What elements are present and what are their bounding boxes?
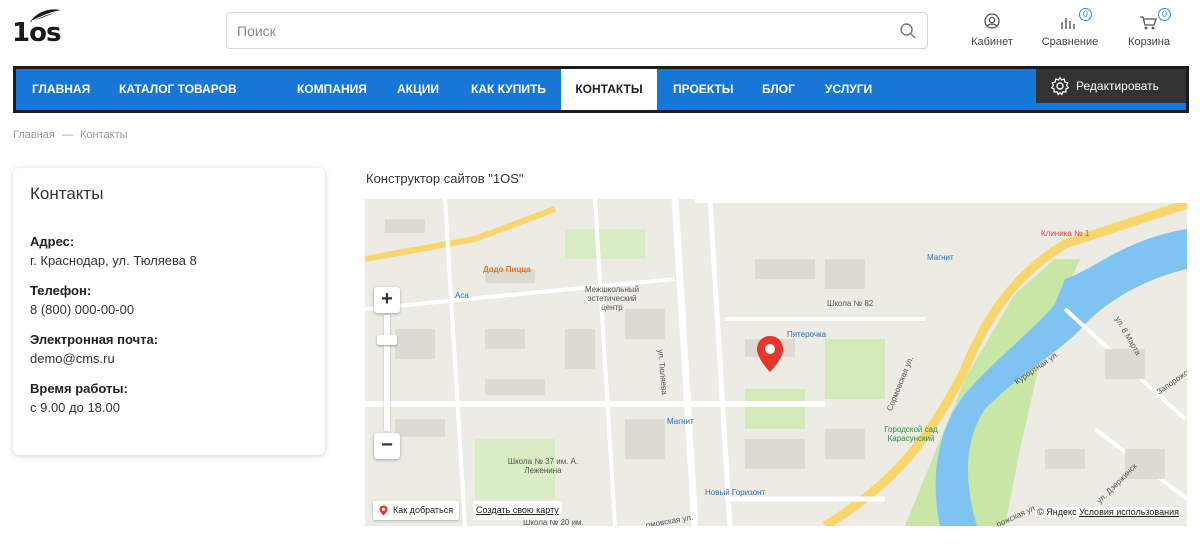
phone-value[interactable]: 8 (800) 000-00-00 xyxy=(30,302,308,317)
compare-button[interactable]: 0 Сравнение xyxy=(1038,8,1102,48)
compare-label: Сравнение xyxy=(1041,36,1099,48)
copyright-text: © Яндекс xyxy=(1037,507,1077,517)
map-copyright: © Яндекс Условия использования xyxy=(1035,507,1181,517)
zoom-out-button[interactable]: − xyxy=(374,433,400,459)
logo-text: 1os xyxy=(12,18,61,48)
breadcrumb-separator: — xyxy=(61,129,73,141)
compare-count-badge: 0 xyxy=(1079,8,1092,21)
address-value: г. Краснодар, ул. Тюляева 8 xyxy=(30,253,197,268)
cart-label: Корзина xyxy=(1128,36,1170,48)
email-label: Электронная почта: xyxy=(30,332,159,347)
map-label-magnit: Магнит xyxy=(667,417,694,426)
hours-label: Время работы: xyxy=(30,381,128,396)
map-label-school37: Школа № 37 им. А. Леженина xyxy=(507,457,579,475)
route-button[interactable]: Как добраться xyxy=(373,501,460,520)
map-title: Конструктор сайтов "1OS" xyxy=(366,171,524,186)
site-logo[interactable]: 1os xyxy=(12,8,62,50)
edit-button[interactable]: Редактировать xyxy=(1036,69,1186,103)
address-label: Адрес: xyxy=(30,234,75,249)
cart-icon: 0 xyxy=(1138,8,1171,32)
contacts-title: Контакты xyxy=(30,184,104,203)
breadcrumb-current: Контакты xyxy=(80,129,128,141)
phone-label: Телефон: xyxy=(30,283,92,298)
search-icon[interactable] xyxy=(899,22,917,40)
edit-label: Редактировать xyxy=(1076,79,1159,93)
cart-button[interactable]: 0 Корзина xyxy=(1122,8,1176,48)
route-label: Как добраться xyxy=(393,505,454,515)
compare-icon: 0 xyxy=(1059,8,1092,32)
nav-item-projects[interactable]: Проекты xyxy=(673,69,734,110)
hours-value: с 9.00 до 18.00 xyxy=(30,400,120,415)
nav-item-contacts[interactable]: Контакты xyxy=(561,69,657,110)
site-header: 1os Кабинет 0 Сравнение xyxy=(0,0,1200,66)
pin-icon xyxy=(379,505,388,516)
map-label-aca: Аса xyxy=(455,291,469,300)
nav-item-catalog[interactable]: Каталог товаров xyxy=(119,69,237,110)
contacts-card: Контакты Адрес: г. Краснодар, ул. Тюляев… xyxy=(13,168,325,455)
create-map-link[interactable]: Создать свою карту xyxy=(473,501,562,520)
cabinet-label: Кабинет xyxy=(971,36,1013,48)
map-label-dodo: Додо Пицца xyxy=(483,265,531,274)
map-label-school82: Школа № 82 xyxy=(827,299,874,308)
map-label-magnit-top: Магнит xyxy=(927,253,954,262)
email-value[interactable]: demo@cms.ru xyxy=(30,351,308,366)
terms-link[interactable]: Условия использования xyxy=(1079,507,1179,517)
nav-item-blog[interactable]: Блог xyxy=(762,69,795,110)
location-marker-icon[interactable] xyxy=(756,335,784,373)
breadcrumb-home[interactable]: Главная xyxy=(13,129,55,141)
main-navigation: Главная Каталог товаров Компания Акции К… xyxy=(13,66,1189,113)
user-icon xyxy=(982,12,1002,32)
search-input[interactable] xyxy=(237,13,877,48)
zoom-slider-handle[interactable] xyxy=(377,335,397,345)
zoom-slider-track[interactable] xyxy=(384,315,390,431)
map-label-center: Межшкольный эстетический центр xyxy=(584,285,640,312)
map-label-novy: Новый Горизонт xyxy=(705,488,766,497)
zoom-in-button[interactable]: + xyxy=(374,287,400,313)
nav-item-company[interactable]: Компания xyxy=(297,69,367,110)
map-label-clinic: Клиника № 1 xyxy=(1041,229,1090,238)
nav-item-home[interactable]: Главная xyxy=(32,69,90,110)
breadcrumb: Главная — Контакты xyxy=(13,129,132,141)
nav-item-services[interactable]: Услуги xyxy=(825,69,872,110)
map-label-pyaterochka: Пятерочка xyxy=(787,330,827,339)
nav-item-how-to-buy[interactable]: Как купить xyxy=(471,69,546,110)
search-box xyxy=(226,12,928,49)
gear-icon xyxy=(1050,76,1070,96)
nav-item-promotions[interactable]: Акции xyxy=(397,69,439,110)
cart-count-badge: 0 xyxy=(1158,8,1171,21)
map-widget[interactable]: Додо Пицца Аса Межшкольный эстетический … xyxy=(365,199,1187,526)
zoom-control: + − xyxy=(374,287,400,459)
cabinet-button[interactable]: Кабинет xyxy=(968,12,1016,48)
map-label-garden: Городской сад Карасунский xyxy=(884,425,938,443)
